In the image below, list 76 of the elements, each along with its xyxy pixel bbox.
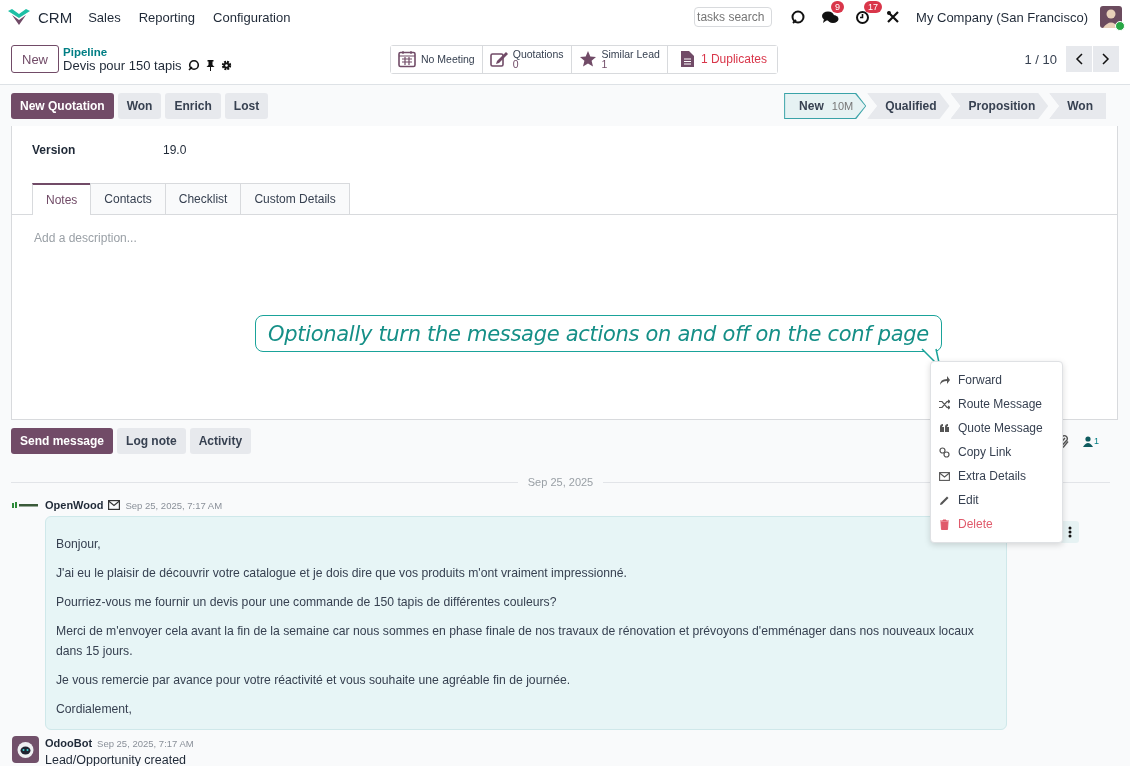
- author-name: OpenWood: [45, 499, 104, 511]
- chevron-left-icon: [1075, 53, 1083, 65]
- pin-icon[interactable]: [205, 59, 215, 71]
- notification-badge: 17: [864, 0, 883, 13]
- message-text: Merci de m'envoyer cela avant la fin de la semaine car nous sommes en phase finale de nos travaux de rénovation et prévoyons d'emménager dans nos nouveaux locaux dans 15 jours.: [56, 623, 975, 660]
- menu-item[interactable]: Reporting: [138, 9, 196, 25]
- action-button[interactable]: Enrich: [165, 93, 221, 119]
- new-button[interactable]: New: [11, 45, 59, 73]
- envelope-icon: [108, 500, 121, 510]
- message-text: Bonjour,: [56, 536, 102, 553]
- message-date: Sep 25, 2025, 7:17 AM: [97, 737, 194, 749]
- tab[interactable]: Contacts: [90, 183, 166, 214]
- share-arrow-icon: [939, 374, 950, 386]
- shuffle-icon: [939, 398, 950, 410]
- menu-item[interactable]: Forward: [931, 368, 1062, 392]
- gear-icon[interactable]: [220, 59, 232, 71]
- field-label: Version: [32, 143, 77, 159]
- search-field[interactable]: tasks search: [694, 7, 773, 27]
- menu-item[interactable]: Route Message: [931, 392, 1062, 416]
- envelope-icon: [939, 470, 950, 482]
- tab[interactable]: Checklist: [164, 183, 242, 214]
- stat-button[interactable]: No Meeting: [391, 45, 483, 73]
- message-text: Je vous remercie par avance pour votre réactivité et vous souhaite une agréable fin de journée.: [56, 672, 572, 689]
- stage-step[interactable]: Proposition: [950, 93, 1049, 119]
- author-name: OdooBot: [45, 737, 93, 749]
- tab[interactable]: Notes: [32, 183, 92, 215]
- next-button[interactable]: [1093, 46, 1119, 72]
- pager-value: 1 / 10: [1024, 51, 1057, 67]
- menu-item[interactable]: Configuration: [213, 9, 291, 25]
- pencil-square-icon: [489, 50, 508, 68]
- chatter-button[interactable]: Send message: [11, 428, 114, 454]
- logo-icon: [8, 9, 30, 25]
- stage-step[interactable]: Qualified: [867, 93, 950, 119]
- kebab-icon: [1067, 526, 1072, 538]
- message-text: J'ai eu le plaisir de découvrir votre catalogue et je dois dire que vos produits m'ont vraiment impressionné.: [56, 565, 628, 582]
- menu-item[interactable]: Delete: [931, 512, 1062, 536]
- notification-badge: 9: [831, 1, 845, 13]
- message-text: Lead/Opportunity created: [45, 753, 188, 766]
- quote-icon: [939, 422, 950, 434]
- stage-step[interactable]: Won: [1049, 93, 1106, 119]
- menu-item[interactable]: Sales: [88, 9, 121, 25]
- calendar-icon: [398, 50, 416, 68]
- previous-button[interactable]: [1066, 46, 1092, 72]
- chat-bubble-icon[interactable]: [790, 9, 807, 25]
- message-date: Sep 25, 2025, 7:17 AM: [125, 499, 223, 511]
- breadcrumb-link[interactable]: Pipeline: [63, 45, 390, 58]
- record-title: Devis pour 150 tapis: [63, 57, 182, 73]
- chatter-button[interactable]: Log note: [117, 428, 186, 454]
- field-value: 19.0: [163, 143, 187, 159]
- pencil-icon: [939, 494, 950, 506]
- person-icon[interactable]: [1083, 435, 1093, 447]
- action-button[interactable]: Lost: [224, 93, 269, 119]
- company-switcher[interactable]: My Company (San Francisco): [916, 9, 1088, 25]
- message-text: Pourriez-vous me fournir un devis pour une commande de 150 tapis de différentes couleurs?: [56, 594, 558, 611]
- stage-step[interactable]: New 10M: [784, 93, 867, 119]
- menu-item[interactable]: Quote Message: [931, 416, 1062, 440]
- tab[interactable]: Custom Details: [240, 183, 350, 214]
- robot-avatar-icon: [11, 736, 39, 763]
- menu-item[interactable]: Extra Details: [931, 464, 1062, 488]
- link-icon: [939, 446, 950, 458]
- app-name[interactable]: CRM: [38, 8, 73, 26]
- user-avatar[interactable]: [1100, 6, 1122, 28]
- message-text: Cordialement,: [56, 701, 133, 718]
- follower-count: 1: [1094, 435, 1099, 446]
- action-button[interactable]: Won: [117, 93, 162, 119]
- clock-icon[interactable]: [855, 9, 871, 25]
- chatter-button[interactable]: Activity: [189, 428, 252, 454]
- chat-icon[interactable]: [822, 10, 840, 24]
- menu-item[interactable]: Copy Link: [931, 440, 1062, 464]
- date-separator: Sep 25, 2025: [527, 476, 594, 488]
- star-icon: [578, 50, 597, 68]
- action-button[interactable]: New Quotation: [11, 93, 114, 119]
- company-logo-icon: [12, 502, 38, 508]
- chevron-right-icon: [1102, 53, 1110, 65]
- trash-icon: [939, 518, 950, 530]
- menu-item[interactable]: Edit: [931, 488, 1062, 512]
